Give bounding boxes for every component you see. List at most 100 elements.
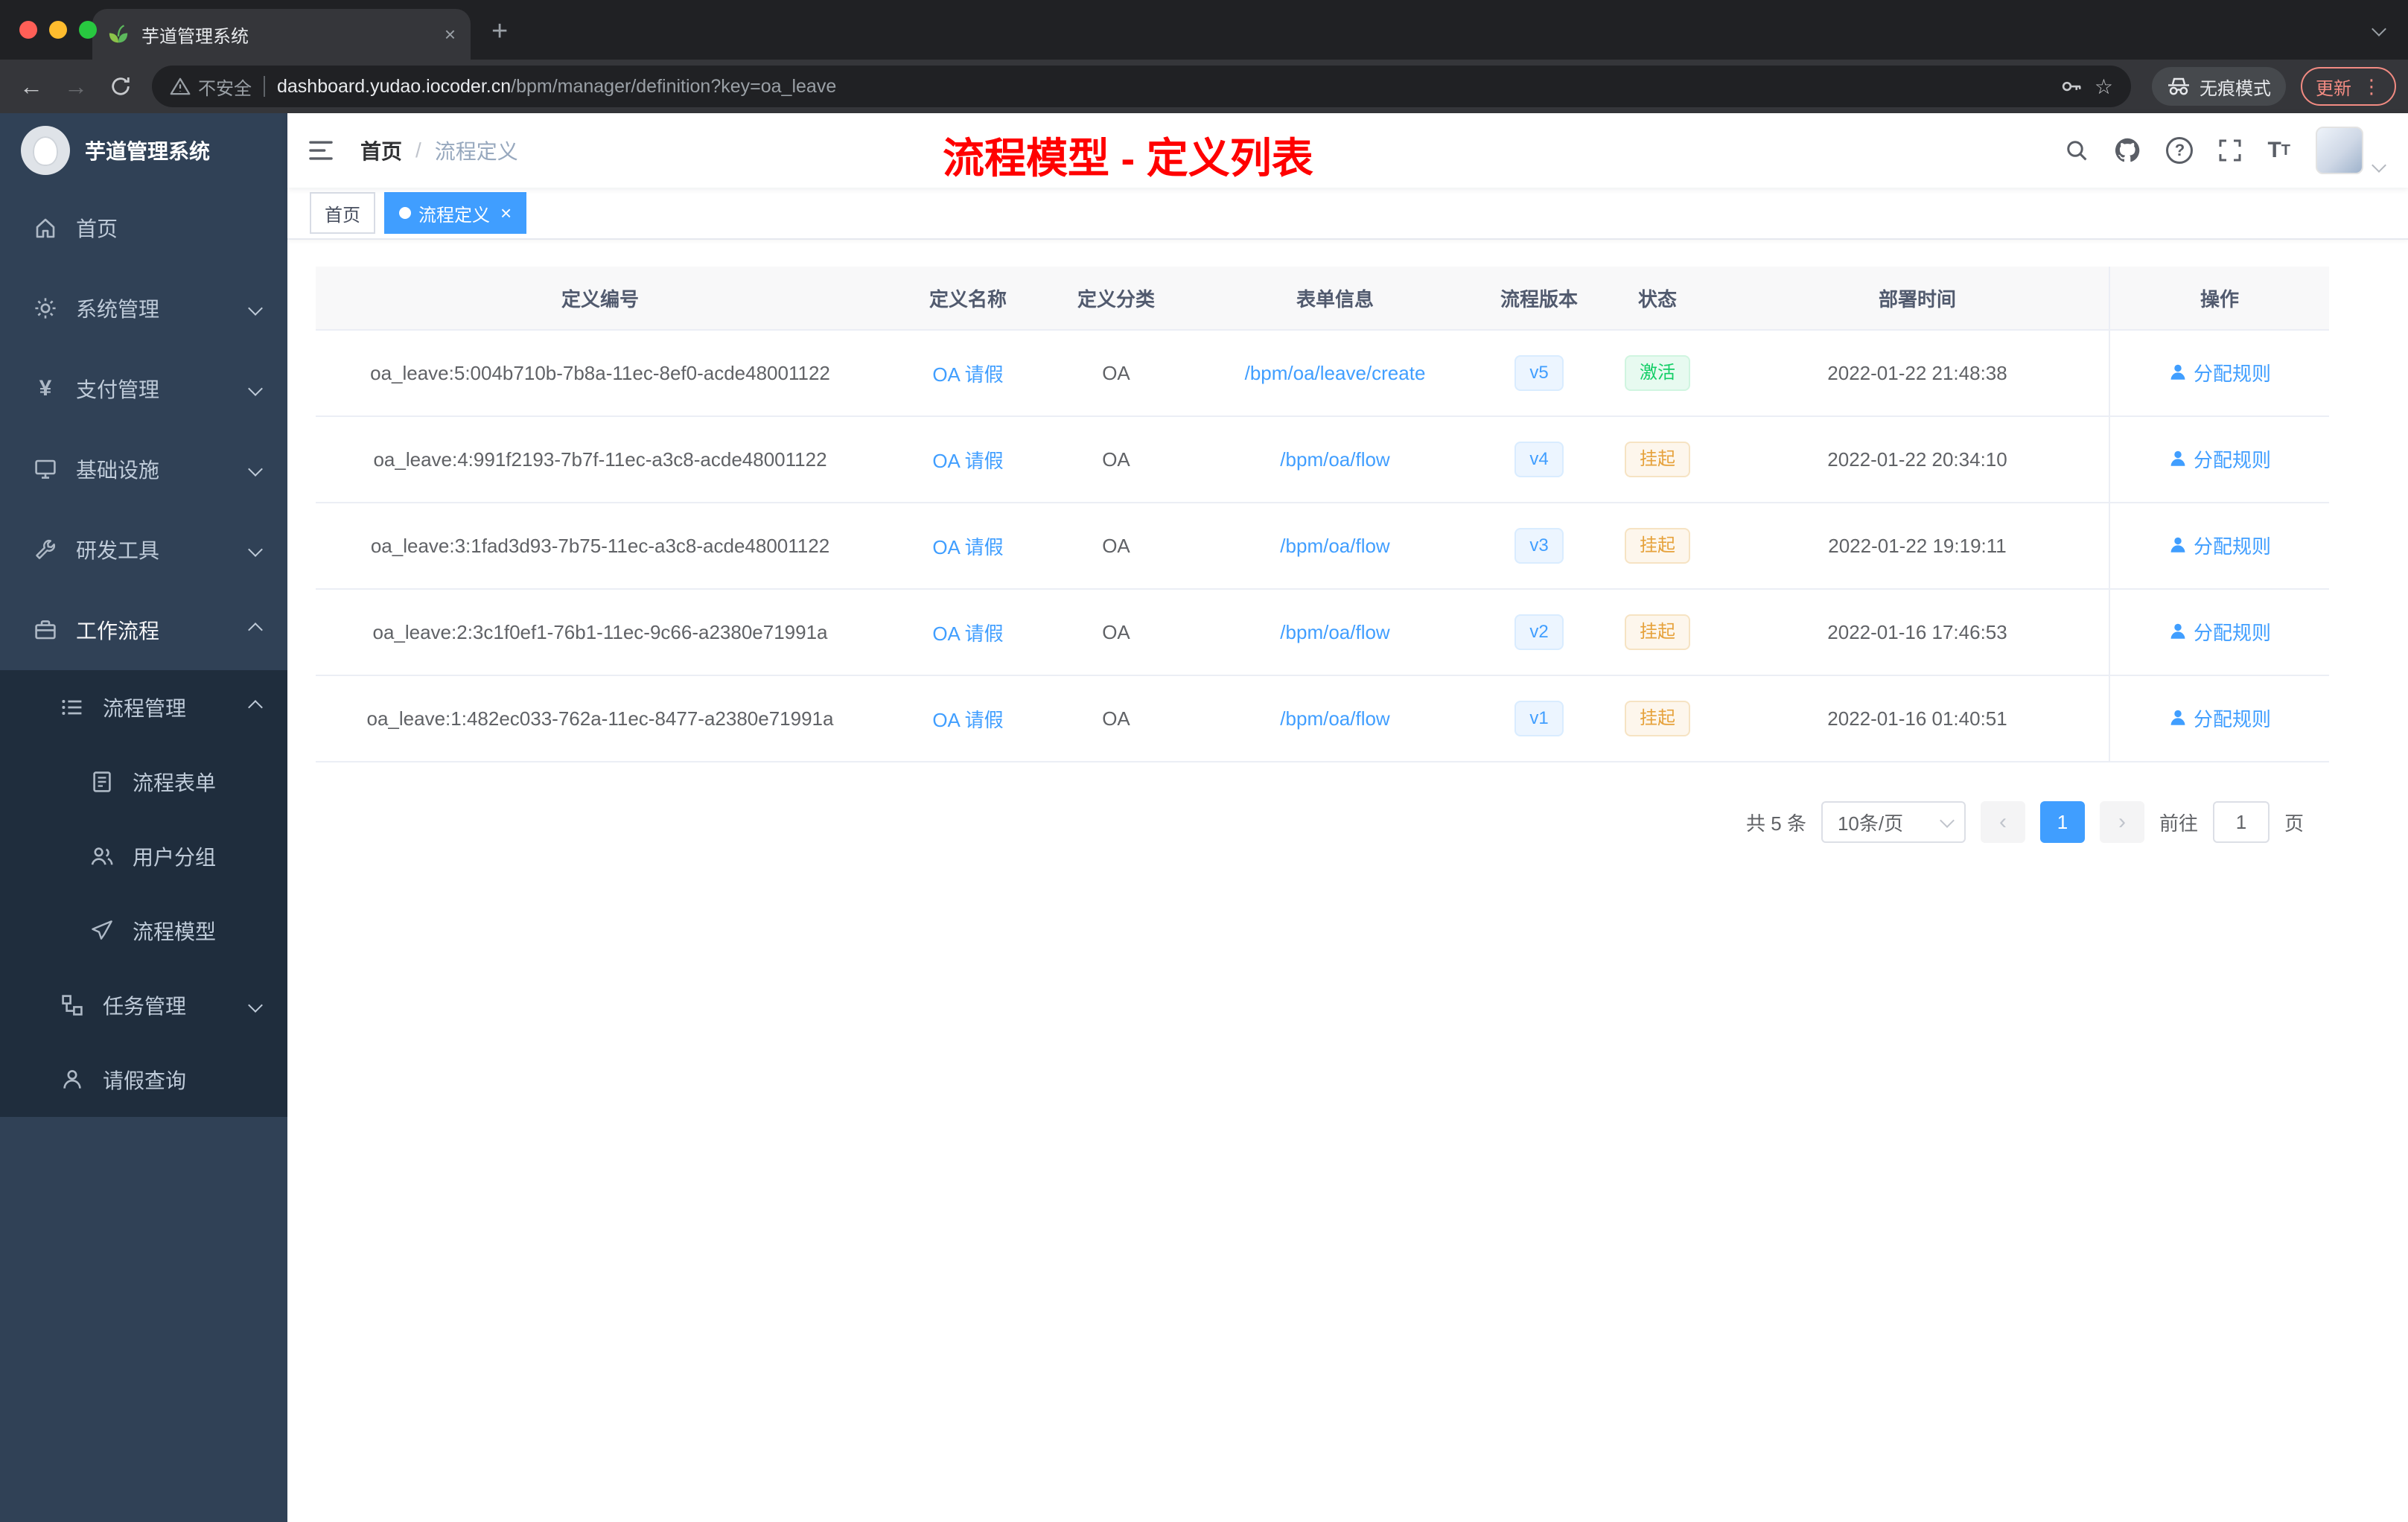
version-badge: v3	[1514, 528, 1564, 564]
sidebar-item-label: 首页	[76, 217, 118, 241]
sidebar-item[interactable]: 工作流程	[0, 590, 287, 670]
sidebar-item[interactable]: 用户分组	[0, 819, 287, 894]
password-key-icon[interactable]	[2060, 75, 2083, 98]
sidebar-item-label: 任务管理	[103, 995, 187, 1018]
version-badge: v1	[1514, 701, 1564, 736]
sidebar-item[interactable]: 流程模型	[0, 894, 287, 968]
top-navbar: 首页 / 流程定义 流程模型 - 定义列表 ? TT	[287, 113, 2408, 188]
definition-name-link[interactable]: OA 请假	[932, 450, 1003, 472]
user-icon	[2168, 449, 2188, 468]
breadcrumb-current: 流程定义	[434, 140, 518, 163]
form-link[interactable]: /bpm/oa/leave/create	[1245, 362, 1426, 384]
sidebar-item[interactable]: 系统管理	[0, 268, 287, 348]
assign-rule-button[interactable]: 分配规则	[2168, 618, 2271, 646]
breadcrumb-separator: /	[415, 138, 421, 162]
definition-name-link[interactable]: OA 请假	[932, 363, 1003, 386]
minimize-window-button[interactable]	[49, 21, 67, 39]
user-avatar[interactable]	[2316, 127, 2363, 174]
maximize-window-button[interactable]	[79, 21, 97, 39]
sidebar-item-label: 流程表单	[133, 771, 217, 795]
browser-toolbar: ← → 不安全 dashboard.yudao.iocoder.cn/bpm/m…	[0, 60, 2408, 113]
address-bar[interactable]: 不安全 dashboard.yudao.iocoder.cn/bpm/manag…	[152, 66, 2131, 107]
assign-rule-button[interactable]: 分配规则	[2168, 704, 2271, 732]
search-icon[interactable]	[2065, 138, 2089, 162]
user-icon	[2168, 622, 2188, 641]
back-button[interactable]: ←	[12, 67, 51, 106]
tag-label: 流程定义	[418, 205, 490, 226]
definition-name-link[interactable]: OA 请假	[932, 623, 1003, 645]
browser-tab[interactable]: 芋道管理系统 ×	[92, 9, 471, 60]
assign-rule-button[interactable]: 分配规则	[2168, 359, 2271, 386]
fullscreen-icon[interactable]	[2218, 138, 2242, 162]
font-size-icon[interactable]: TT	[2267, 138, 2290, 163]
close-window-button[interactable]	[19, 21, 37, 39]
url-domain: dashboard.yudao.iocoder.cn	[277, 75, 512, 97]
version-badge: v4	[1514, 442, 1564, 477]
form-link[interactable]: /bpm/oa/flow	[1280, 707, 1389, 730]
security-warning[interactable]: 不安全	[170, 74, 252, 100]
tag-item[interactable]: 流程定义 ×	[384, 192, 527, 234]
window-controls	[19, 21, 97, 39]
prev-page-button[interactable]: ‹	[1980, 801, 2025, 843]
table-row: oa_leave:3:1fad3d93-7b75-11ec-a3c8-acde4…	[316, 503, 2329, 590]
definition-name-link[interactable]: OA 请假	[932, 709, 1003, 731]
status-badge: 挂起	[1625, 528, 1690, 564]
sidebar-item[interactable]: 首页	[0, 188, 287, 268]
sidebar-item[interactable]: 任务管理	[0, 968, 287, 1042]
definition-name-link[interactable]: OA 请假	[932, 536, 1003, 558]
definition-category: OA	[1051, 503, 1181, 590]
tag-close-icon[interactable]: ×	[500, 202, 512, 225]
collapse-sidebar-button[interactable]	[308, 139, 334, 162]
browser-menu-icon[interactable]: ⋮	[2362, 75, 2381, 98]
definition-id: oa_leave:4:991f2193-7b7f-11ec-a3c8-acde4…	[316, 416, 885, 503]
reload-button[interactable]	[101, 67, 140, 106]
user-group-icon	[89, 844, 115, 868]
breadcrumb: 首页 / 流程定义	[360, 136, 518, 165]
column-header: 操作	[2109, 267, 2329, 331]
assign-rule-button[interactable]: 分配规则	[2168, 532, 2271, 559]
sidebar-item[interactable]: 流程管理	[0, 670, 287, 745]
payment-icon: ¥	[39, 376, 52, 401]
sidebar-item[interactable]: 请假查询	[0, 1042, 287, 1117]
column-header: 部署时间	[1726, 267, 2109, 331]
deploy-time: 2022-01-22 19:19:11	[1726, 503, 2109, 590]
status-badge: 挂起	[1625, 701, 1690, 736]
current-page-button[interactable]: 1	[2039, 801, 2085, 843]
help-icon[interactable]: ?	[2166, 137, 2194, 164]
sidebar-item[interactable]: ¥ 支付管理	[0, 348, 287, 429]
tab-search-chevron-icon[interactable]	[2372, 13, 2386, 40]
goto-page-input[interactable]	[2212, 801, 2270, 843]
column-header: 状态	[1589, 267, 1726, 331]
url-separator	[264, 76, 265, 97]
table-row: oa_leave:5:004b710b-7b8a-11ec-8ef0-acde4…	[316, 330, 2329, 417]
form-link[interactable]: /bpm/oa/flow	[1280, 621, 1389, 643]
assign-rule-button[interactable]: 分配规则	[2168, 445, 2271, 473]
user-menu-chevron-icon[interactable]	[2372, 149, 2386, 176]
page-size-select[interactable]: 10条/页	[1821, 801, 1966, 843]
definition-category: OA	[1051, 416, 1181, 503]
status-badge: 挂起	[1625, 442, 1690, 477]
security-label: 不安全	[198, 78, 252, 99]
pagination: 共 5 条 10条/页 ‹ 1 › 前往 页	[316, 801, 2304, 843]
process-model-icon	[89, 919, 115, 943]
new-tab-button[interactable]: +	[491, 16, 508, 48]
bookmark-star-icon[interactable]: ☆	[2095, 74, 2113, 99]
sidebar-item[interactable]: 研发工具	[0, 509, 287, 590]
definition-id: oa_leave:3:1fad3d93-7b75-11ec-a3c8-acde4…	[316, 503, 885, 590]
warning-triangle-icon	[170, 77, 191, 96]
forward-button[interactable]: →	[57, 67, 95, 106]
sidebar-item[interactable]: 流程表单	[0, 745, 287, 819]
sidebar-item[interactable]: 基础设施	[0, 429, 287, 509]
chevron-down-icon	[248, 381, 263, 396]
tag-item[interactable]: 首页	[310, 192, 375, 234]
app-logo[interactable]: 芋道管理系统	[0, 113, 287, 188]
browser-update-button[interactable]: 更新 ⋮	[2301, 67, 2396, 106]
breadcrumb-home[interactable]: 首页	[360, 136, 402, 165]
tab-close-icon[interactable]: ×	[445, 23, 456, 46]
github-icon[interactable]	[2114, 137, 2141, 164]
next-page-button[interactable]: ›	[2099, 801, 2144, 843]
devtools-icon	[33, 538, 58, 561]
form-link[interactable]: /bpm/oa/flow	[1280, 448, 1389, 471]
form-icon	[89, 770, 115, 794]
form-link[interactable]: /bpm/oa/flow	[1280, 535, 1389, 557]
